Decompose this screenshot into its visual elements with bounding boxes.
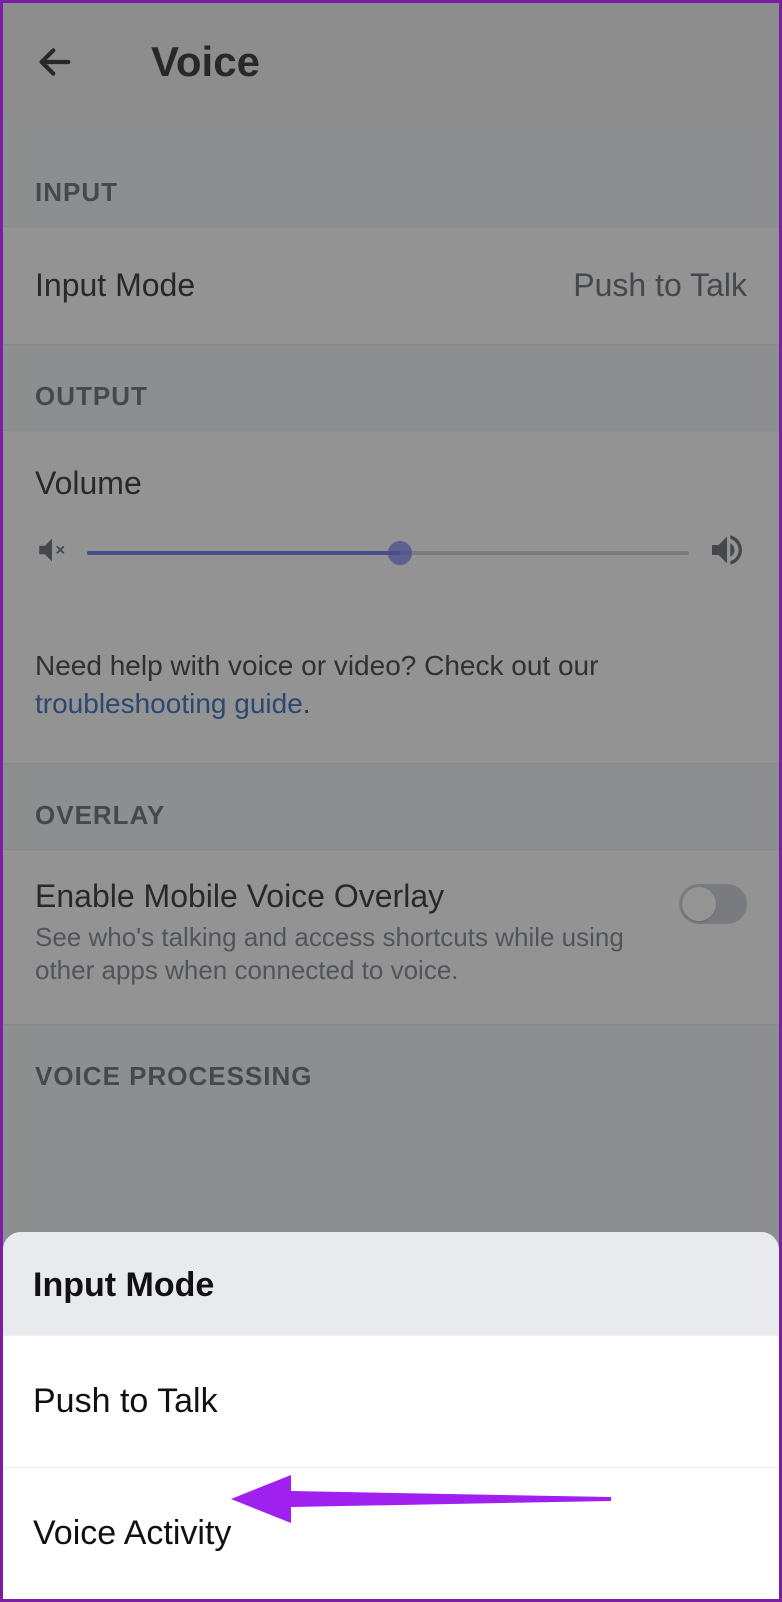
- sheet-title: Input Mode: [33, 1266, 749, 1305]
- input-mode-sheet: Input Mode Push to Talk Voice Activity: [3, 1232, 779, 1599]
- option-voice-activity[interactable]: Voice Activity: [3, 1467, 779, 1599]
- option-push-to-talk[interactable]: Push to Talk: [3, 1335, 779, 1467]
- sheet-header: Input Mode: [3, 1232, 779, 1335]
